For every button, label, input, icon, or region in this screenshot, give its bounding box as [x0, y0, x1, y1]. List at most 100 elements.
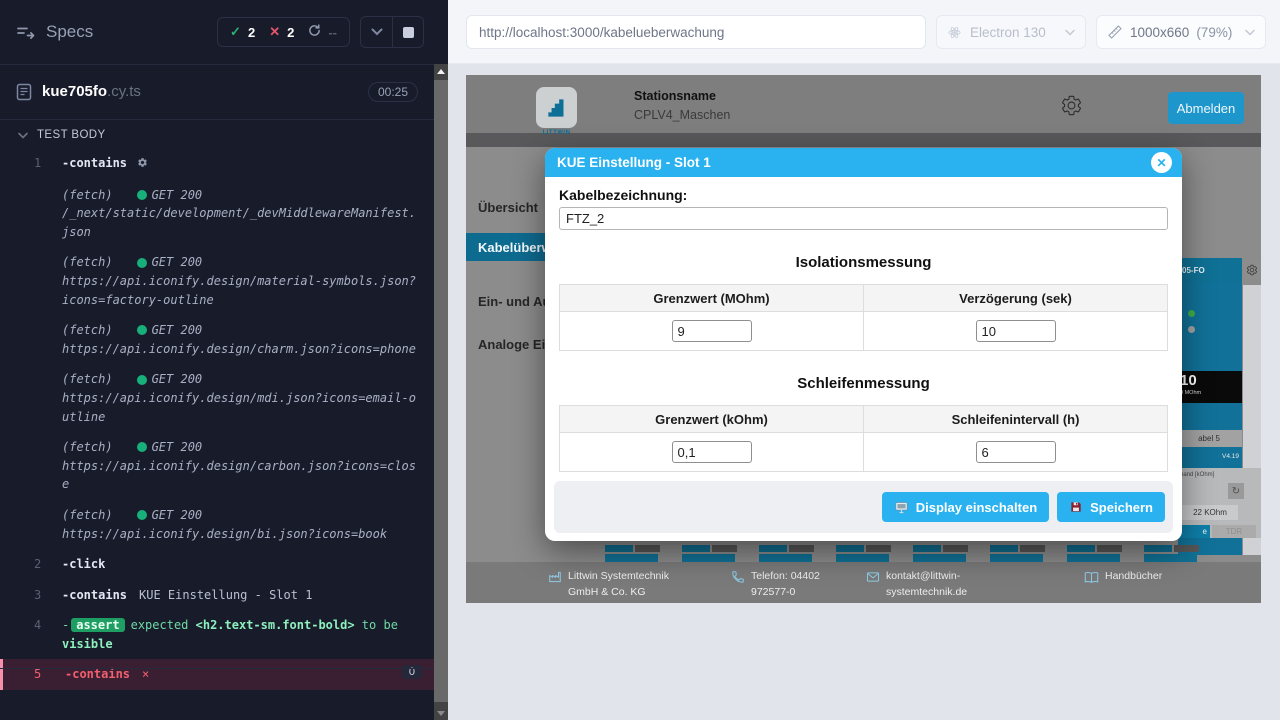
test-stats[interactable]: ✓2 ✕2 --: [217, 17, 350, 47]
cable-designation-input[interactable]: [559, 207, 1168, 230]
command-name: -contains: [62, 588, 127, 602]
fetch-status: GET 200: [152, 253, 203, 272]
reporter-scrollbar: [434, 0, 448, 720]
fetch-head: (fetch)GET 200: [62, 438, 416, 457]
scrollbar-thumb[interactable]: [434, 80, 448, 702]
isolation-col1-header: Grenzwert (MOhm): [560, 285, 864, 312]
command-row[interactable]: 5-contains×0: [0, 659, 434, 690]
refresh-icon: [308, 24, 321, 40]
isolation-delay-input[interactable]: [976, 320, 1056, 342]
viewport-size: 1000x660: [1130, 25, 1189, 40]
station-name-label: Stationsname: [634, 89, 716, 103]
loop-limit-input[interactable]: [672, 441, 752, 463]
book-icon: [1084, 570, 1099, 591]
command-row[interactable]: (fetch)GET 200https://api.iconify.design…: [0, 315, 434, 364]
specs-menu-icon[interactable]: [16, 24, 36, 40]
command-body: (fetch)GET 200https://api.iconify.design…: [62, 321, 422, 358]
scrollbar-track[interactable]: [434, 64, 448, 720]
url-input[interactable]: [466, 15, 926, 49]
fetch-head: (fetch)GET 200: [62, 186, 416, 205]
footer-item-book[interactable]: Handbücher: [1084, 569, 1184, 591]
loop-table: Grenzwert (kOhm) Schleifenintervall (h): [559, 405, 1168, 472]
floppy-disk-icon: [1069, 500, 1083, 514]
collapse-button[interactable]: [361, 17, 392, 47]
fetch-status: GET 200: [152, 186, 203, 205]
factory-icon: [548, 570, 562, 601]
browser-label: Electron 130: [970, 25, 1046, 40]
command-row[interactable]: (fetch)GET 200https://api.iconify.design…: [0, 432, 434, 500]
modal-body: Kabelbezeichnung: Isolationsmessung Gren…: [545, 177, 1182, 472]
command-row[interactable]: (fetch)GET 200/_next/static/development/…: [0, 180, 434, 248]
kue-settings-modal: KUE Einstellung - Slot 1 ✕ Kabelbezeichn…: [545, 148, 1182, 541]
spec-name: kue705fo: [42, 83, 107, 100]
spec-duration: 00:25: [368, 82, 418, 102]
display-on-button[interactable]: Display einschalten: [882, 492, 1049, 522]
save-button[interactable]: Speichern: [1057, 492, 1165, 522]
fetch-head: (fetch)GET 200: [62, 506, 416, 525]
gear-icon: [137, 155, 148, 174]
fetch-head: (fetch)GET 200: [62, 321, 416, 340]
electron-icon: [947, 25, 962, 40]
loop-col1-header: Grenzwert (kOhm): [560, 406, 864, 433]
app-header-strip: [466, 133, 1261, 147]
fetch-url: https://api.iconify.design/bi.json?icons…: [62, 525, 416, 544]
command-row[interactable]: (fetch)GET 200https://api.iconify.design…: [0, 247, 434, 315]
loop-section-title: Schleifenmessung: [559, 375, 1168, 392]
monitor-icon: [894, 500, 909, 515]
fetch-label: (fetch): [62, 370, 113, 389]
check-icon: ✓: [230, 24, 241, 40]
footer-item-phone: Telefon: 04402 972577-0: [731, 569, 839, 601]
close-icon[interactable]: ✕: [1151, 152, 1172, 173]
loop-section: Schleifenmessung Grenzwert (kOhm) Schlei…: [559, 375, 1168, 472]
bg-card-tab-tdr[interactable]: TDR: [1212, 525, 1256, 538]
command-row[interactable]: (fetch)GET 200https://api.iconify.design…: [0, 364, 434, 432]
command-row[interactable]: 3-containsKUE Einstellung - Slot 1: [0, 580, 434, 611]
screen: Specs ✓2 ✕2 -- kue705fo.cy.ts 00:25 TEST…: [0, 0, 1280, 720]
status-dot-green: [137, 190, 147, 200]
command-arg: KUE Einstellung - Slot 1: [139, 588, 312, 602]
isolation-table: Grenzwert (MOhm) Verzögerung (sek): [559, 284, 1168, 351]
loop-interval-input[interactable]: [976, 441, 1056, 463]
reporter-header: Specs ✓2 ✕2 --: [0, 0, 434, 64]
command-number: 4: [0, 616, 62, 634]
command-number: 2: [0, 555, 62, 573]
status-dot-green: [137, 325, 147, 335]
command-body: -click: [62, 555, 422, 574]
browser-select[interactable]: Electron 130: [936, 15, 1086, 49]
refresh-icon[interactable]: ↻: [1228, 483, 1244, 499]
test-body-toggle[interactable]: TEST BODY: [0, 120, 434, 148]
command-body: (fetch)GET 200https://api.iconify.design…: [62, 438, 422, 494]
command-row[interactable]: 4-assertexpected <h2.text-sm.font-bold> …: [0, 610, 434, 659]
bg-card-fragment: [759, 545, 829, 562]
cable-designation-label: Kabelbezeichnung:: [559, 187, 1168, 203]
scroll-down-icon[interactable]: [437, 711, 445, 716]
isolation-limit-input[interactable]: [672, 320, 752, 342]
fetch-status: GET 200: [152, 321, 203, 340]
bg-card-gear-icon[interactable]: [1243, 261, 1261, 279]
bg-card-display: 10 0 MOhm: [1176, 371, 1242, 403]
scroll-up-icon[interactable]: [437, 69, 445, 74]
settings-gear-icon[interactable]: [1060, 94, 1083, 122]
stat-pending: --: [308, 24, 337, 40]
bg-card-resistance: 22 KOhm: [1182, 505, 1238, 520]
assert-dash: -: [62, 618, 69, 632]
bg-card-fragment: [913, 545, 983, 562]
viewport-size-select[interactable]: 1000x660 (79%): [1096, 15, 1266, 49]
spec-file-row[interactable]: kue705fo.cy.ts 00:25: [0, 64, 434, 120]
footer-item-text: Littwin Systemtechnik GmbH & Co. KG: [568, 569, 683, 601]
fetch-url: /_next/static/development/_devMiddleware…: [62, 204, 416, 241]
loop-col2-header: Schleifenintervall (h): [864, 406, 1168, 433]
spec-file-icon: [16, 83, 32, 101]
viewport-zoom: (79%): [1196, 25, 1232, 40]
logout-button[interactable]: Abmelden: [1168, 92, 1244, 124]
stop-button[interactable]: [392, 17, 423, 47]
command-body: -contains KUE Einstellung - Slot 1: [62, 586, 422, 605]
command-row[interactable]: 2-click: [0, 549, 434, 580]
command-body: -contains: [62, 154, 422, 174]
assert-message-part: visible: [62, 637, 113, 651]
footer-item-text: kontakt@littwin-systemtechnik.de: [886, 569, 984, 601]
ruler-icon: [1107, 24, 1123, 40]
command-row[interactable]: 1-contains: [0, 148, 434, 180]
assert-badge: assert: [71, 618, 124, 632]
command-row[interactable]: (fetch)GET 200https://api.iconify.design…: [0, 500, 434, 549]
